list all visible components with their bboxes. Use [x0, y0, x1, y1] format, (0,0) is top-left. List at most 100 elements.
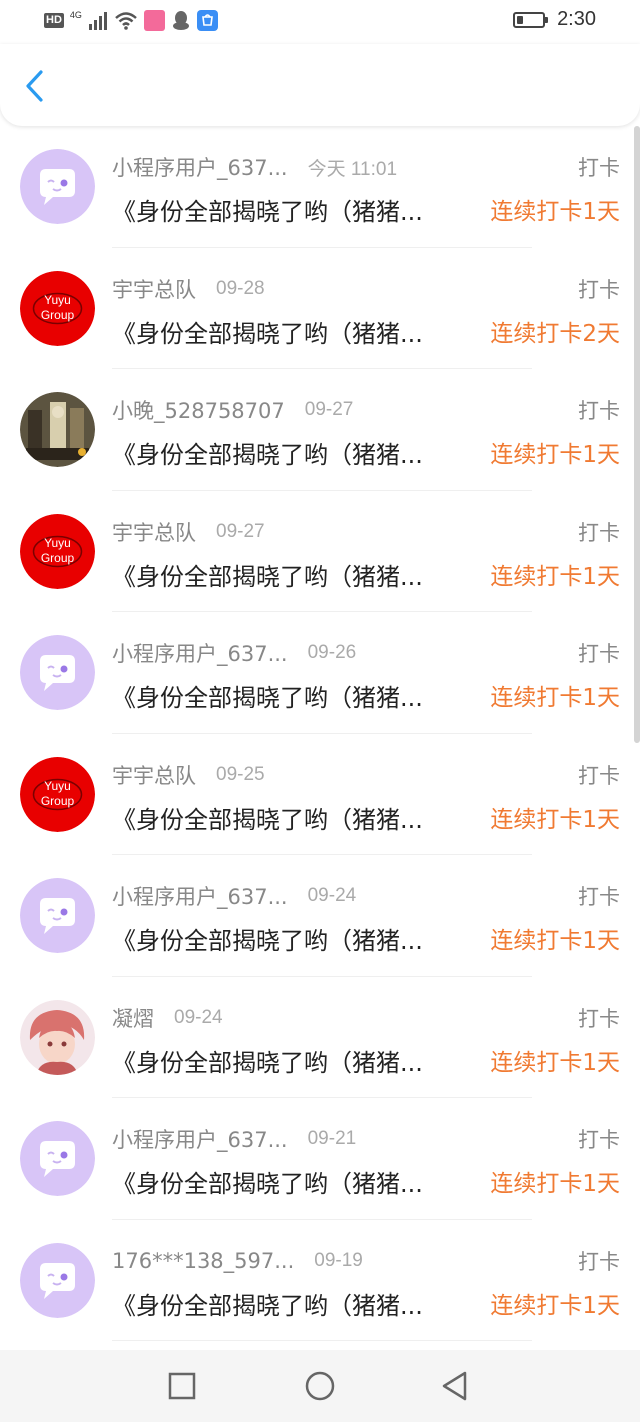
- chevron-left-icon[interactable]: [20, 68, 50, 104]
- checkin-type-label: 打卡: [578, 1128, 620, 1152]
- item-meta: 宇宇总队 09-25: [112, 760, 620, 790]
- divider: [112, 1340, 532, 1341]
- post-time: 09-24: [307, 885, 357, 906]
- streak-label: 连续打卡1天: [490, 806, 620, 833]
- post-title[interactable]: 《身份全部揭晓了哟（猪猪...: [112, 1043, 468, 1078]
- streak-label: 连续打卡1天: [490, 1171, 620, 1197]
- scrollbar[interactable]: [634, 126, 640, 743]
- user-name[interactable]: 小程序用户_637...: [112, 152, 288, 182]
- user-name[interactable]: 小程序用户_637...: [112, 1124, 288, 1154]
- item-meta: 宇宇总队 09-28: [112, 274, 620, 304]
- list-item[interactable]: 小程序用户_637... 09-24 打卡 《身份全部揭晓了哟（猪猪... 连续打卡1天: [0, 855, 640, 977]
- post-title[interactable]: 《身份全部揭晓了哟（猪猪...: [112, 1286, 468, 1321]
- streak-label: 连续打卡1天: [490, 442, 620, 468]
- list-item[interactable]: 小晚_528758707 09-27 打卡《身份全部揭晓了哟（猪猪... 连续打卡1天: [0, 369, 640, 491]
- streak-label: 连续打卡2天: [490, 320, 620, 347]
- checkin-list[interactable]: 小程序用户_637... 今天 11:01 打卡 《身份全部揭晓了哟（猪猪... 连续打…: [0, 126, 640, 1350]
- item-meta: 小程序用户_637... 09-26: [112, 638, 620, 668]
- post-time: 09-21: [307, 1128, 357, 1149]
- checkin-type-label: 打卡: [578, 399, 620, 423]
- streak-label: 连续打卡1天: [490, 928, 620, 954]
- yuyu-group-avatar[interactable]: Yuyu Group: [20, 756, 95, 832]
- battery-icon: [513, 11, 549, 28]
- streak-label: 连续打卡1天: [490, 685, 620, 711]
- item-meta: 小程序用户_637... 09-21: [112, 1124, 620, 1154]
- list-item[interactable]: Yuyu Group 宇宇总队 09-28 打卡《身份全部揭晓了哟（猪猪... 连续打卡2…: [0, 248, 640, 369]
- header: [0, 44, 640, 126]
- item-meta: 凝熠 09-24: [112, 1003, 620, 1033]
- post-time: 09-24: [174, 1006, 223, 1028]
- post-title[interactable]: 《身份全部揭晓了哟（猪猪...: [112, 435, 468, 470]
- hd-badge: HD: [44, 13, 64, 28]
- post-title[interactable]: 《身份全部揭晓了哟（猪猪...: [112, 192, 468, 227]
- post-title[interactable]: 《身份全部揭晓了哟（猪猪...: [112, 678, 468, 713]
- system-nav-bar: [0, 1350, 640, 1422]
- user-name[interactable]: 176***138_597...: [112, 1249, 294, 1273]
- user-name[interactable]: 小程序用户_637...: [112, 881, 288, 911]
- checkin-type-label: 打卡: [578, 642, 620, 666]
- user-name[interactable]: 凝熠: [112, 1003, 154, 1033]
- user-name[interactable]: 宇宇总队: [112, 517, 196, 547]
- status-time: 2:30: [557, 8, 596, 30]
- item-meta: 小程序用户_637... 今天 11:01: [112, 152, 620, 182]
- checkin-type-label: 打卡: [578, 1006, 620, 1031]
- chat-bubble-avatar[interactable]: [20, 1121, 95, 1196]
- yuyu-group-avatar[interactable]: Yuyu Group: [20, 513, 95, 589]
- avatar-logo-text: Yuyu Group: [40, 535, 75, 565]
- list-item[interactable]: 小程序用户_637... 09-21 打卡《身份全部揭晓了哟（猪猪... 连续打卡1天: [0, 1098, 640, 1220]
- battery-level: [517, 15, 524, 24]
- anime-avatar[interactable]: [20, 999, 95, 1075]
- checkin-type-label: 打卡: [578, 763, 620, 788]
- yuyu-group-avatar[interactable]: Yuyu Group: [20, 270, 95, 346]
- post-time: 09-19: [314, 1249, 363, 1271]
- item-meta: 小程序用户_637... 09-24: [112, 881, 620, 911]
- status-bar-left: HD 4G: [44, 10, 218, 31]
- user-name[interactable]: 宇宇总队: [112, 274, 196, 304]
- avatar-logo-text: Yuyu Group: [40, 292, 75, 322]
- checkin-type-label: 打卡: [578, 520, 620, 545]
- post-time: 09-25: [216, 763, 265, 785]
- network-type: 4G: [69, 9, 82, 20]
- user-name[interactable]: 宇宇总队: [112, 760, 196, 790]
- item-meta: 176***138_597... 09-19: [112, 1246, 620, 1276]
- wifi-icon: [115, 11, 137, 30]
- signal-icon: [88, 11, 107, 30]
- item-meta: 宇宇总队 09-27: [112, 517, 620, 547]
- list-item[interactable]: 小程序用户_637... 今天 11:01 打卡 《身份全部揭晓了哟（猪猪... 连续打…: [0, 126, 640, 248]
- post-title[interactable]: 《身份全部揭晓了哟（猪猪...: [112, 921, 468, 956]
- avatar-logo-text: Yuyu Group: [40, 778, 75, 808]
- chat-bubble-avatar[interactable]: [20, 878, 95, 953]
- streak-label: 连续打卡1天: [490, 563, 620, 590]
- item-meta: 小晚_528758707 09-27: [112, 395, 620, 425]
- user-name[interactable]: 小晚_528758707: [112, 395, 285, 425]
- back-icon[interactable]: [437, 1368, 473, 1404]
- qq-icon: [172, 11, 189, 30]
- checkin-type-label: 打卡: [578, 1249, 620, 1274]
- post-time: 09-28: [216, 277, 265, 299]
- photo-avatar[interactable]: [20, 392, 95, 467]
- post-time: 09-27: [216, 520, 265, 542]
- chat-bubble-avatar[interactable]: [20, 635, 95, 710]
- chat-bubble-avatar[interactable]: [20, 149, 95, 224]
- post-title[interactable]: 《身份全部揭晓了哟（猪猪...: [112, 1164, 468, 1199]
- list-item[interactable]: 176***138_597... 09-19 打卡《身份全部揭晓了哟（猪猪... 连续…: [0, 1220, 640, 1341]
- recent-apps-icon[interactable]: [164, 1368, 200, 1404]
- user-name[interactable]: 小程序用户_637...: [112, 638, 288, 668]
- post-time: 09-26: [307, 642, 357, 663]
- streak-label: 连续打卡1天: [490, 1049, 620, 1076]
- list-item[interactable]: 小程序用户_637... 09-26 打卡《身份全部揭晓了哟（猪猪... 连续打卡1天: [0, 612, 640, 734]
- list-item[interactable]: Yuyu Group 宇宇总队 09-27 打卡《身份全部揭晓了哟（猪猪... 连续打卡1…: [0, 491, 640, 612]
- list-item[interactable]: 凝熠 09-24 打卡《身份全部揭晓了哟（猪猪... 连续打卡1天: [0, 977, 640, 1098]
- post-time: 今天 11:01: [307, 158, 398, 180]
- streak-label: 连续打卡1天: [490, 1292, 620, 1319]
- bilibili-icon: [143, 10, 165, 31]
- post-title[interactable]: 《身份全部揭晓了哟（猪猪...: [112, 800, 468, 835]
- status-bar-right: 2:30: [513, 8, 596, 31]
- post-title[interactable]: 《身份全部揭晓了哟（猪猪...: [112, 557, 468, 592]
- chat-bubble-avatar[interactable]: [20, 1242, 95, 1318]
- list-item[interactable]: Yuyu Group 宇宇总队 09-25 打卡《身份全部揭晓了哟（猪猪... 连续打卡1…: [0, 734, 640, 855]
- checkin-type-label: 打卡: [578, 156, 620, 180]
- checkin-type-label: 打卡: [578, 277, 620, 302]
- home-icon[interactable]: [302, 1368, 338, 1404]
- post-title[interactable]: 《身份全部揭晓了哟（猪猪...: [112, 314, 468, 349]
